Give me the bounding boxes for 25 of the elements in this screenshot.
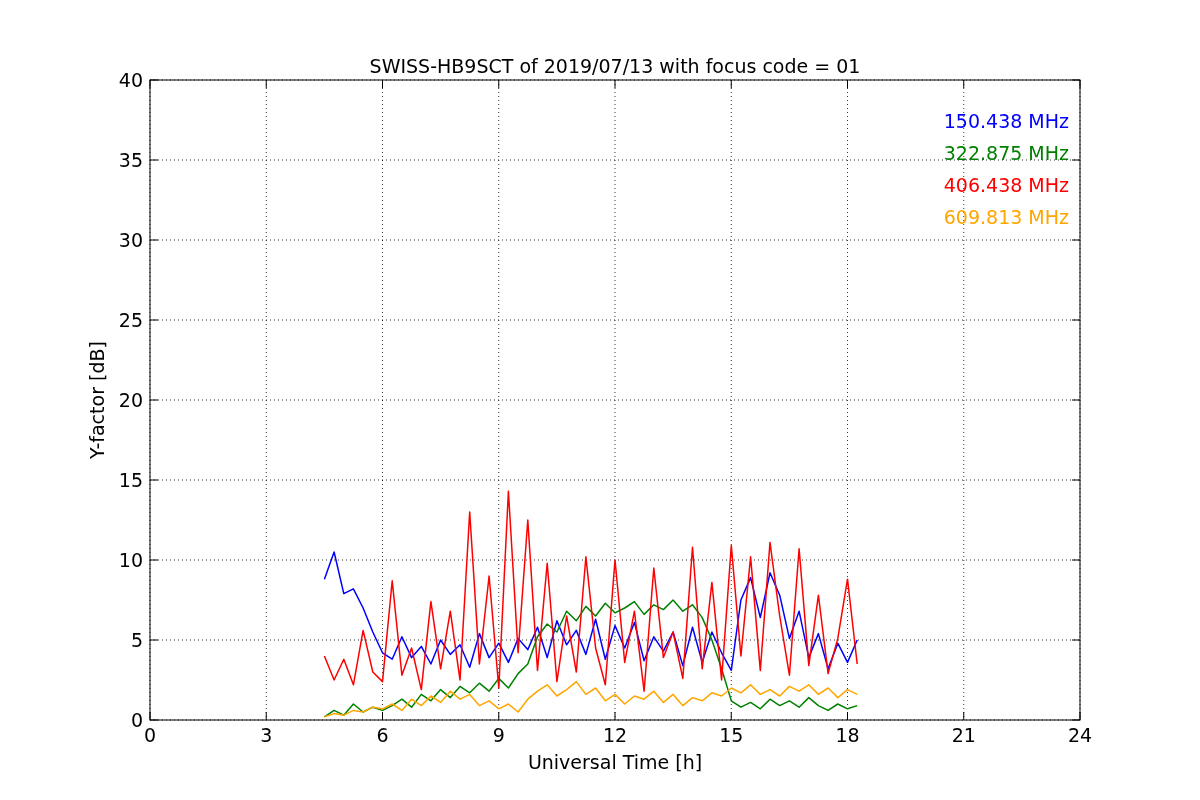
y-tick-label: 20 (118, 389, 143, 411)
x-tick-label: 12 (602, 724, 628, 746)
legend-label: 609.813 MHz (943, 206, 1069, 228)
x-tick-label: 9 (492, 724, 505, 746)
y-tick-label: 15 (118, 469, 143, 491)
y-tick-label: 35 (118, 149, 143, 171)
x-tick-label: 24 (1067, 724, 1093, 746)
y-tick-label: 5 (130, 629, 143, 651)
x-tick-label: 21 (951, 724, 976, 746)
y-tick-label: 25 (118, 309, 143, 331)
x-tick-label: 3 (260, 724, 273, 746)
y-tick-label: 0 (130, 709, 143, 731)
chart-title: SWISS-HB9SCT of 2019/07/13 with focus code = 01 (369, 55, 861, 77)
legend-label: 406.438 MHz (943, 174, 1069, 196)
x-axis-label: Universal Time [h] (527, 751, 703, 773)
x-tick-label: 0 (143, 724, 157, 746)
legend-label: 150.438 MHz (943, 110, 1069, 132)
y-tick-label: 10 (118, 549, 143, 571)
y-tick-label: 30 (118, 229, 143, 251)
x-tick-label: 6 (376, 724, 389, 746)
x-tick-label: 18 (835, 724, 860, 746)
legend-label: 322.875 MHz (943, 142, 1069, 164)
x-tick-label: 15 (719, 724, 744, 746)
y-axis-label: Y-factor [dB] (86, 341, 108, 459)
y-tick-label: 40 (118, 69, 143, 91)
